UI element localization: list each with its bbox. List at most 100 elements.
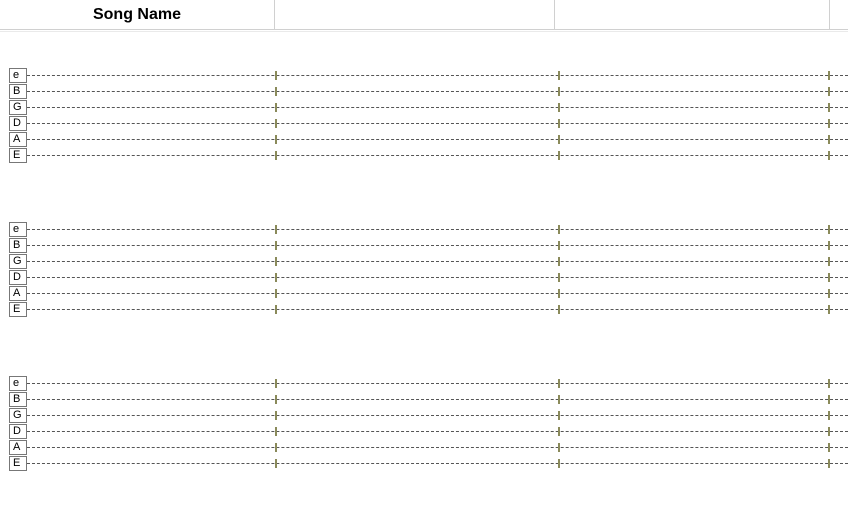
bar-marks (27, 376, 848, 391)
bar-mark (828, 289, 830, 298)
string-row: e (9, 375, 848, 391)
string-row: E (9, 455, 848, 471)
bar-mark (558, 459, 560, 468)
bar-mark (558, 87, 560, 96)
bar-marks (27, 270, 848, 285)
header-cell-2[interactable] (275, 0, 555, 29)
bar-mark (558, 241, 560, 250)
bar-mark (558, 151, 560, 160)
string-row: D (9, 115, 848, 131)
string-line[interactable] (27, 270, 848, 285)
tab-staff: eBGDAE (9, 221, 848, 317)
bar-mark (558, 427, 560, 436)
bar-mark (558, 379, 560, 388)
bar-mark (828, 87, 830, 96)
bar-marks (27, 68, 848, 83)
string-row: D (9, 269, 848, 285)
tab-sheet: Song Name eBGDAEeBGDAEeBGDAE (0, 0, 848, 471)
string-label: B (9, 84, 27, 99)
string-line[interactable] (27, 302, 848, 317)
bar-mark (828, 119, 830, 128)
string-label: B (9, 392, 27, 407)
bar-marks (27, 116, 848, 131)
bar-mark (275, 395, 277, 404)
string-line[interactable] (27, 68, 848, 83)
bar-mark (828, 135, 830, 144)
header-cell-4[interactable] (830, 0, 848, 29)
bar-mark (275, 443, 277, 452)
bar-mark (828, 459, 830, 468)
bar-mark (275, 87, 277, 96)
bar-mark (828, 225, 830, 234)
string-row: D (9, 423, 848, 439)
bar-mark (828, 273, 830, 282)
bar-mark (275, 225, 277, 234)
string-line[interactable] (27, 376, 848, 391)
string-line[interactable] (27, 254, 848, 269)
bar-mark (828, 151, 830, 160)
string-line[interactable] (27, 286, 848, 301)
bar-marks (27, 440, 848, 455)
bar-mark (275, 273, 277, 282)
string-row: A (9, 439, 848, 455)
string-line[interactable] (27, 84, 848, 99)
string-line[interactable] (27, 148, 848, 163)
string-row: G (9, 407, 848, 423)
string-row: B (9, 83, 848, 99)
string-label: E (9, 302, 27, 317)
bar-mark (558, 443, 560, 452)
bar-mark (275, 379, 277, 388)
bar-mark (275, 103, 277, 112)
header-cell-3[interactable] (555, 0, 830, 29)
bar-marks (27, 222, 848, 237)
bar-mark (558, 411, 560, 420)
string-label: A (9, 132, 27, 147)
bar-mark (275, 151, 277, 160)
string-label: e (9, 68, 27, 83)
string-row: G (9, 99, 848, 115)
string-label: G (9, 408, 27, 423)
bar-marks (27, 302, 848, 317)
bar-mark (558, 71, 560, 80)
bar-marks (27, 100, 848, 115)
tab-staff: eBGDAE (9, 67, 848, 163)
string-line[interactable] (27, 440, 848, 455)
bar-marks (27, 238, 848, 253)
bar-mark (275, 135, 277, 144)
string-row: A (9, 131, 848, 147)
string-row: G (9, 253, 848, 269)
bar-mark (828, 411, 830, 420)
bar-mark (558, 305, 560, 314)
string-label: D (9, 270, 27, 285)
bar-marks (27, 456, 848, 471)
bar-mark (558, 289, 560, 298)
string-line[interactable] (27, 222, 848, 237)
bar-mark (275, 289, 277, 298)
string-row: B (9, 391, 848, 407)
string-label: e (9, 222, 27, 237)
string-line[interactable] (27, 116, 848, 131)
bar-mark (558, 225, 560, 234)
bar-marks (27, 408, 848, 423)
string-line[interactable] (27, 408, 848, 423)
string-label: D (9, 116, 27, 131)
bar-mark (275, 71, 277, 80)
string-label: A (9, 440, 27, 455)
string-label: G (9, 254, 27, 269)
bar-mark (558, 103, 560, 112)
string-label: B (9, 238, 27, 253)
header-label: Song Name (93, 6, 181, 24)
bar-mark (558, 119, 560, 128)
bar-mark (828, 443, 830, 452)
string-line[interactable] (27, 100, 848, 115)
bar-marks (27, 286, 848, 301)
string-line[interactable] (27, 456, 848, 471)
string-label: E (9, 148, 27, 163)
string-line[interactable] (27, 132, 848, 147)
string-line[interactable] (27, 238, 848, 253)
string-line[interactable] (27, 392, 848, 407)
string-line[interactable] (27, 424, 848, 439)
bar-mark (275, 427, 277, 436)
bar-mark (275, 241, 277, 250)
header-cell-song-name[interactable]: Song Name (0, 0, 275, 29)
